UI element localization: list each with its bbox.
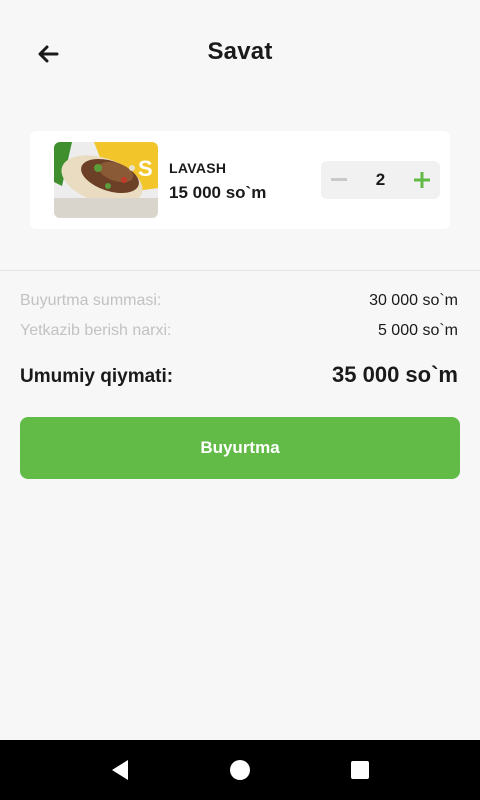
total-row: Umumiy qiymati: 35 000 so`m — [20, 362, 458, 388]
quantity-stepper: 2 — [321, 161, 440, 199]
header: Savat — [0, 0, 480, 108]
order-sum-row: Buyurtma summasi: 30 000 so`m — [20, 292, 458, 310]
quantity-value: 2 — [375, 170, 386, 189]
page-title: Savat — [207, 38, 273, 65]
nav-recents-icon — [351, 761, 369, 779]
order-sum-label: Buyurtma summasi: — [20, 292, 162, 309]
nav-back-icon — [112, 760, 128, 780]
minus-icon — [331, 178, 347, 181]
cart-screen: Savat S LAVASH 15 000 so`m 2 Buyurtma su… — [0, 0, 480, 800]
nav-home-icon — [230, 760, 250, 780]
nav-home-button[interactable] — [220, 750, 260, 790]
nav-back-button[interactable] — [100, 750, 140, 790]
order-button[interactable]: Buyurtma — [20, 417, 460, 479]
increase-button[interactable] — [404, 161, 440, 199]
decrease-button[interactable] — [321, 161, 357, 199]
product-name: LAVASH — [169, 160, 227, 176]
nav-recents-button[interactable] — [340, 750, 380, 790]
total-value: 35 000 so`m — [332, 362, 458, 387]
system-navbar — [0, 740, 480, 800]
divider — [0, 270, 480, 271]
product-image: S — [54, 142, 158, 218]
plus-icon — [414, 172, 430, 188]
delivery-label: Yetkazib berish narxi: — [20, 322, 172, 339]
delivery-row: Yetkazib berish narxi: 5 000 so`m — [20, 322, 458, 340]
total-label: Umumiy qiymati: — [20, 366, 174, 387]
svg-text:S: S — [138, 156, 153, 181]
order-sum-value: 30 000 so`m — [369, 292, 458, 309]
product-price: 15 000 so`m — [169, 183, 267, 202]
delivery-value: 5 000 so`m — [377, 322, 458, 339]
cart-item-card: S LAVASH 15 000 so`m 2 — [30, 131, 450, 229]
